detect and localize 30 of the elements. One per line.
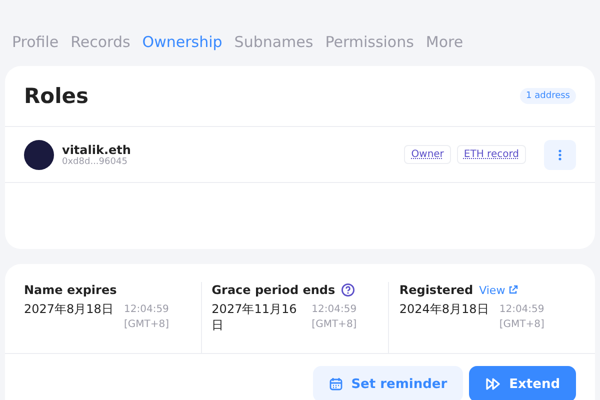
date-value: 2027年8月18日 xyxy=(24,302,114,318)
date-label: Grace period ends xyxy=(212,283,336,297)
role-tag: ETH record xyxy=(456,145,526,164)
address-count: 1 address xyxy=(520,88,576,104)
role-tag: Owner xyxy=(404,145,451,164)
date-label: Name expires xyxy=(24,283,117,297)
date-value: 2027年11月16日 xyxy=(212,302,298,334)
date-value: 2024年8月18日 xyxy=(399,302,490,318)
more-icon xyxy=(558,148,562,160)
view-link[interactable]: View xyxy=(479,284,518,296)
tab[interactable]: Ownership xyxy=(140,33,224,51)
role-name: vitalik.eth xyxy=(62,142,132,156)
tab[interactable]: Records xyxy=(68,33,132,51)
time-value: 12:04:59 [GMT+8] xyxy=(499,303,546,332)
tab[interactable]: Subnames xyxy=(232,33,316,51)
role-address: 0xd8d...96045 xyxy=(62,156,128,166)
time-value: 12:04:59 [GMT+8] xyxy=(124,303,170,332)
external-link-icon xyxy=(508,285,518,295)
date-label: Registered xyxy=(399,283,474,297)
tab[interactable]: Permissions xyxy=(323,33,416,51)
calendar-icon xyxy=(329,377,344,391)
avatar-icon xyxy=(24,140,54,170)
fast-forward-icon xyxy=(485,377,502,391)
tab[interactable]: Profile xyxy=(10,33,61,51)
time-value: 12:04:59 [GMT+8] xyxy=(312,303,358,332)
tab[interactable]: More xyxy=(424,33,466,51)
extend-button[interactable]: Extend xyxy=(469,366,576,400)
section-title: Roles xyxy=(24,84,89,108)
help-icon[interactable] xyxy=(341,283,356,297)
reminder-button[interactable]: Set reminder xyxy=(313,366,464,400)
